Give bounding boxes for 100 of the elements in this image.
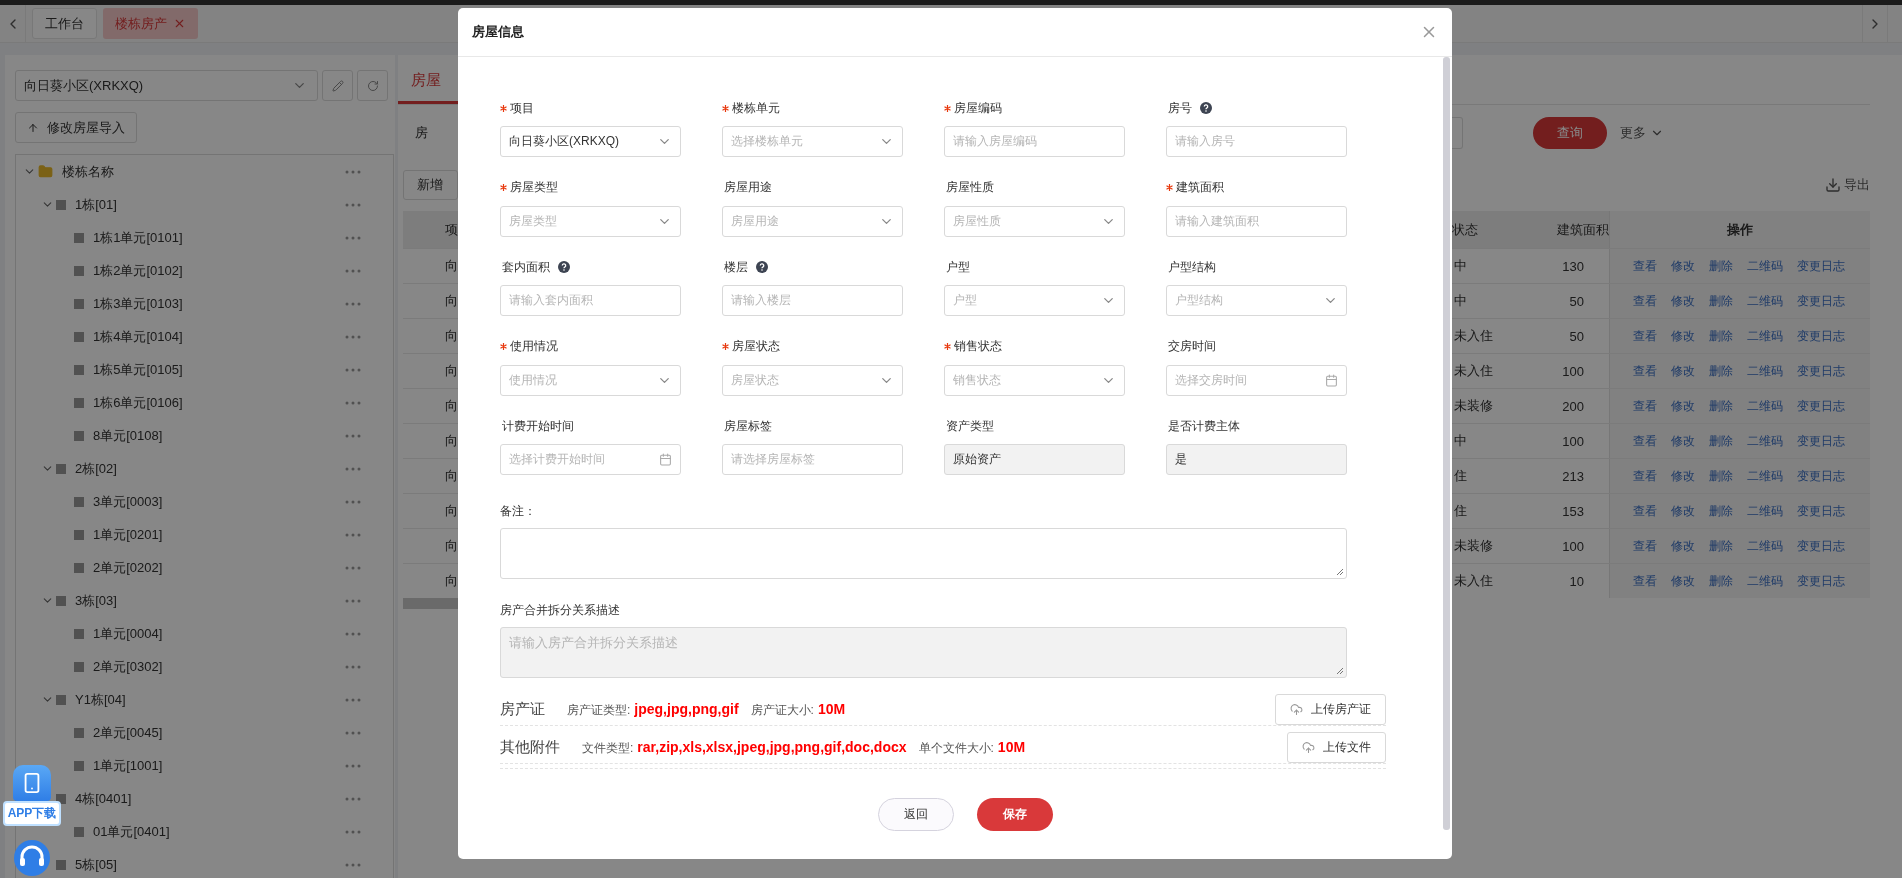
action-link[interactable]: 变更日志 [1797, 467, 1845, 485]
action-link[interactable]: 变更日志 [1797, 432, 1845, 450]
action-link[interactable]: 查看 [1633, 292, 1657, 310]
more-icon[interactable] [345, 169, 361, 174]
tree-item[interactable]: 3栋[03] [75, 591, 345, 610]
input-field[interactable]: 请输入建筑面积 [1166, 205, 1347, 237]
more-button[interactable]: 更多 [1620, 124, 1664, 142]
action-link[interactable]: 二维码 [1747, 292, 1783, 310]
more-icon[interactable] [345, 763, 361, 768]
action-link[interactable]: 变更日志 [1797, 362, 1845, 380]
input-field[interactable]: 请输入套内面积 [500, 285, 681, 316]
select-field[interactable]: 向日葵小区(XRKXQ) [500, 126, 681, 157]
tree-item[interactable]: Y1栋[04] [75, 690, 345, 709]
more-icon[interactable] [345, 466, 361, 471]
select-field[interactable]: 房屋用途 [722, 205, 903, 237]
action-link[interactable]: 二维码 [1747, 257, 1783, 275]
input-field[interactable]: 请选择房屋标签 [722, 444, 903, 475]
tree-item[interactable]: 3单元[0003] [93, 492, 345, 511]
action-link[interactable]: 查看 [1633, 502, 1657, 520]
export-button[interactable]: 导出 [1825, 176, 1870, 194]
action-link[interactable]: 变更日志 [1797, 397, 1845, 415]
action-link[interactable]: 变更日志 [1797, 292, 1845, 310]
more-icon[interactable] [345, 697, 361, 702]
refresh-button[interactable] [357, 70, 388, 101]
action-link[interactable]: 查看 [1633, 467, 1657, 485]
action-link[interactable]: 修改 [1671, 362, 1695, 380]
more-icon[interactable] [345, 301, 361, 306]
action-link[interactable]: 删除 [1709, 502, 1733, 520]
app-download-button[interactable]: APP下载 [2, 765, 62, 826]
more-icon[interactable] [345, 202, 361, 207]
tree-item[interactable]: 4栋[0401] [75, 789, 345, 808]
action-link[interactable]: 删除 [1709, 327, 1733, 345]
tree-item[interactable]: 2单元[0302] [93, 657, 345, 676]
scrollbar[interactable] [1443, 57, 1450, 830]
project-select[interactable]: 向日葵小区(XRKXQ) [15, 70, 318, 101]
more-icon[interactable] [345, 796, 361, 801]
action-link[interactable]: 查看 [1633, 362, 1657, 380]
more-icon[interactable] [345, 268, 361, 273]
tree-item[interactable]: 楼栋名称 [62, 162, 345, 181]
input-field[interactable]: 请输入房屋编码 [944, 126, 1125, 157]
action-link[interactable]: 删除 [1709, 257, 1733, 275]
remark-field[interactable] [500, 528, 1347, 579]
tree-item[interactable]: 1栋2单元[0102] [93, 261, 345, 280]
tree-item[interactable]: 2栋[02] [75, 459, 345, 478]
action-link[interactable]: 变更日志 [1797, 327, 1845, 345]
action-link[interactable]: 二维码 [1747, 432, 1783, 450]
select-field[interactable]: 销售状态 [944, 364, 1125, 396]
page-tab[interactable]: 楼栋房产 [103, 8, 198, 39]
more-icon[interactable] [345, 829, 361, 834]
tree-item[interactable]: 01单元[0401] [93, 822, 345, 841]
action-link[interactable]: 二维码 [1747, 537, 1783, 555]
back-button[interactable]: 返回 [878, 798, 954, 831]
tree-item[interactable]: 1栋1单元[0101] [93, 228, 345, 247]
action-link[interactable]: 修改 [1671, 537, 1695, 555]
action-link[interactable]: 变更日志 [1797, 257, 1845, 275]
action-link[interactable]: 修改 [1671, 572, 1695, 590]
select-field[interactable]: 房屋类型 [500, 205, 681, 237]
action-link[interactable]: 二维码 [1747, 572, 1783, 590]
tree-item[interactable]: 1单元[1001] [93, 756, 345, 775]
select-field[interactable]: 房屋状态 [722, 364, 903, 396]
action-link[interactable]: 删除 [1709, 432, 1733, 450]
action-link[interactable]: 查看 [1633, 572, 1657, 590]
select-field[interactable]: 户型 [944, 285, 1125, 316]
more-icon[interactable] [345, 631, 361, 636]
save-button[interactable]: 保存 [977, 798, 1053, 831]
select-field[interactable]: 户型结构 [1166, 285, 1347, 316]
more-icon[interactable] [345, 334, 361, 339]
more-icon[interactable] [345, 235, 361, 240]
tree-item[interactable]: 2单元[0202] [93, 558, 345, 577]
tree-item[interactable]: 1栋[01] [75, 195, 345, 214]
tree-item[interactable]: 1栋3单元[0103] [93, 294, 345, 313]
more-icon[interactable] [345, 499, 361, 504]
action-link[interactable]: 二维码 [1747, 327, 1783, 345]
action-link[interactable]: 修改 [1671, 257, 1695, 275]
action-link[interactable]: 查看 [1633, 397, 1657, 415]
date-field[interactable]: 选择计费开始时间 [500, 444, 681, 475]
action-link[interactable]: 二维码 [1747, 397, 1783, 415]
more-icon[interactable] [345, 400, 361, 405]
scrollbar[interactable] [403, 598, 458, 609]
action-link[interactable]: 修改 [1671, 467, 1695, 485]
action-link[interactable]: 变更日志 [1797, 502, 1845, 520]
date-field[interactable]: 选择交房时间 [1166, 364, 1347, 396]
select-field[interactable]: 房屋性质 [944, 205, 1125, 237]
action-link[interactable]: 二维码 [1747, 467, 1783, 485]
more-icon[interactable] [345, 532, 361, 537]
action-link[interactable]: 查看 [1633, 432, 1657, 450]
tree-item[interactable]: 5栋[05] [75, 855, 345, 874]
action-link[interactable]: 删除 [1709, 537, 1733, 555]
action-link[interactable]: 删除 [1709, 467, 1733, 485]
query-button[interactable]: 查询 [1533, 117, 1607, 149]
more-icon[interactable] [345, 433, 361, 438]
edit-button[interactable] [322, 70, 353, 101]
tree-item[interactable]: 1栋5单元[0105] [93, 360, 345, 379]
action-link[interactable]: 查看 [1633, 537, 1657, 555]
tree-item[interactable]: 2单元[0045] [93, 723, 345, 742]
action-link[interactable]: 修改 [1671, 502, 1695, 520]
support-icon[interactable] [12, 838, 52, 878]
action-link[interactable]: 变更日志 [1797, 537, 1845, 555]
import-button[interactable]: 修改房屋导入 [15, 112, 137, 143]
select-field[interactable]: 使用情况 [500, 364, 681, 396]
